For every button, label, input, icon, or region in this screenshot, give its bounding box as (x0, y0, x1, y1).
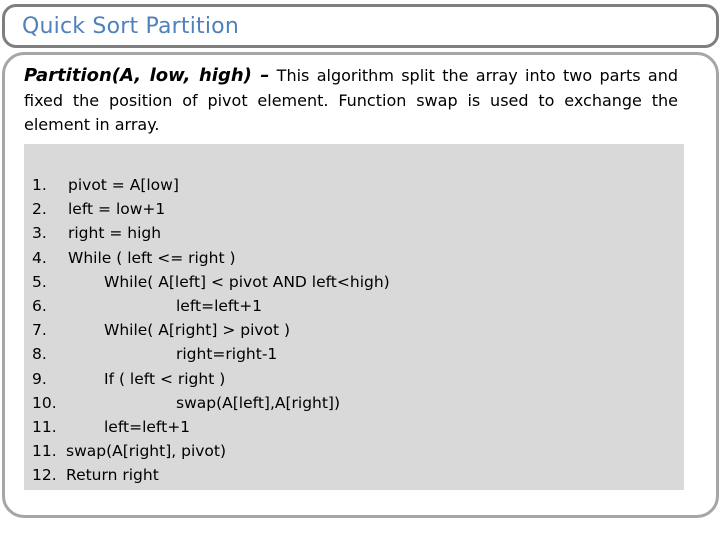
line-text: Return right (66, 466, 159, 485)
code-line: 11. swap(A[right], pivot) (32, 439, 226, 463)
line-text: If ( left < right ) (104, 369, 226, 388)
code-line: 11. left=left+1 (32, 415, 190, 439)
line-text: left=left+1 (104, 417, 191, 436)
line-text: swap(A[left],A[right]) (176, 393, 341, 412)
line-number: 1. (32, 176, 47, 194)
code-line: 8. right=right-1 (32, 342, 277, 366)
line-text: pivot = A[low] (68, 176, 179, 194)
line-number: 4. (32, 248, 47, 267)
code-line: 10. swap(A[left],A[right]) (32, 391, 340, 415)
line-number: 3. (32, 224, 47, 243)
slide-title: Quick Sort Partition (22, 14, 239, 39)
line-text: While ( left <= right ) (68, 248, 236, 267)
code-line: 3. right = high (32, 221, 161, 245)
code-line: 4. While ( left <= right ) (32, 246, 236, 270)
line-number: 7. (32, 321, 47, 340)
line-number: 6. (32, 296, 47, 315)
line-number: 11. (32, 442, 57, 461)
code-line: 5. While( A[left] < pivot AND left<high) (32, 270, 390, 294)
line-number: 9. (32, 369, 47, 388)
line-number: 10. (32, 393, 57, 412)
line-text: While( A[right] > pivot ) (104, 321, 291, 340)
code-line: 2. left = low+1 (32, 197, 165, 221)
intro-paragraph: Partition(A, low, high) – This algorithm… (24, 64, 678, 138)
line-text: While( A[left] < pivot AND left<high) (104, 272, 390, 291)
function-signature: Partition(A, low, high) – (24, 65, 270, 86)
line-text: left = low+1 (68, 200, 166, 219)
code-line: 1. pivot = A[low] (32, 173, 179, 197)
line-number: 5. (32, 272, 47, 291)
code-line: 7. While( A[right] > pivot ) (32, 318, 290, 342)
line-text: right = high (68, 224, 162, 243)
code-line: 12. Return right (32, 463, 159, 487)
line-text: swap(A[right], pivot) (66, 442, 227, 461)
code-line: 9. If ( left < right ) (32, 367, 225, 391)
line-number: 2. (32, 200, 47, 219)
line-text: left=left+1 (176, 296, 263, 315)
line-number: 8. (32, 345, 47, 364)
code-line: 6. left=left+1 (32, 294, 262, 318)
pseudocode-lines: 1. pivot = A[low] 2. left = low+1 3. right … (32, 173, 390, 487)
line-text: right=right-1 (176, 345, 278, 364)
title-box: Quick Sort Partition (2, 4, 719, 48)
line-number: 12. (32, 466, 57, 485)
line-number: 11. (32, 417, 57, 436)
